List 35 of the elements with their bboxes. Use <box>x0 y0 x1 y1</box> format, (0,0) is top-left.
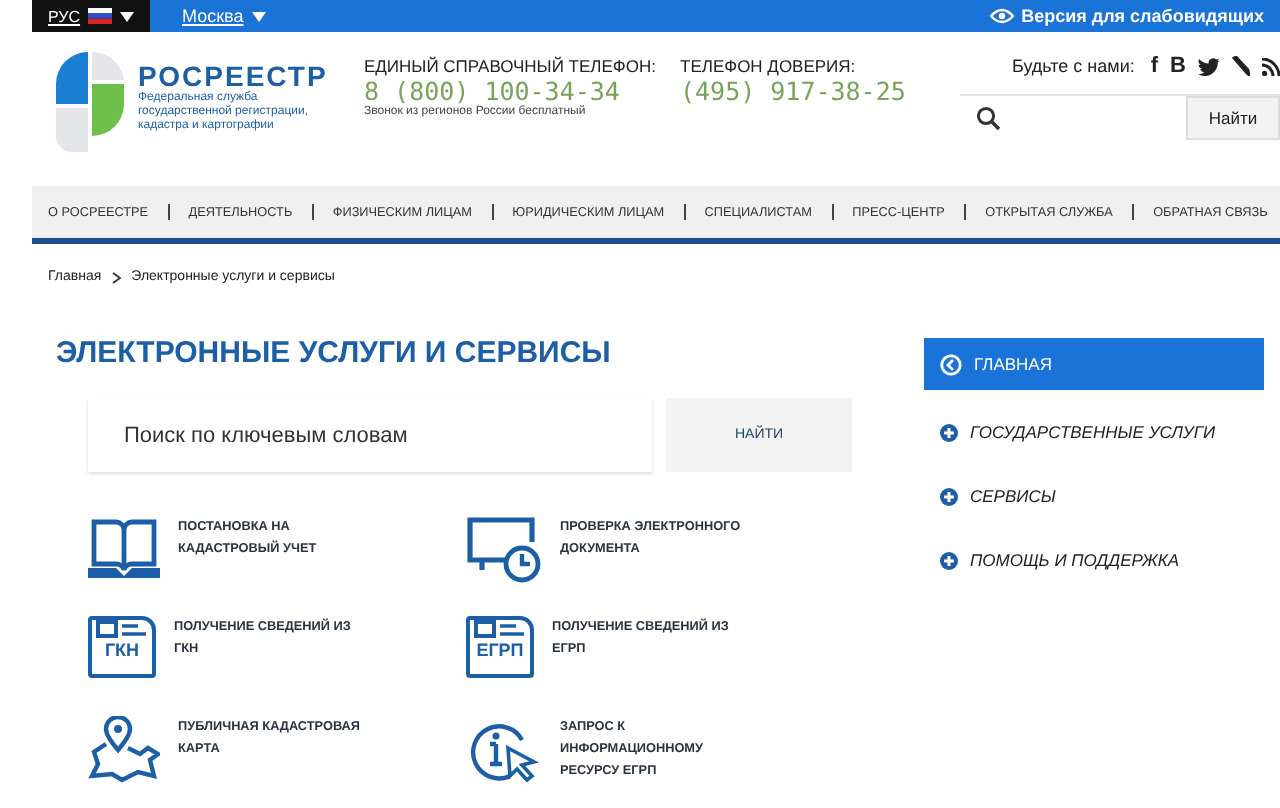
plus-icon <box>940 487 958 505</box>
plus-icon <box>940 423 958 441</box>
bird-icon[interactable] <box>1198 57 1220 75</box>
plus-icon <box>940 551 958 569</box>
language-link[interactable]: РУС <box>48 7 81 25</box>
caret-icon[interactable] <box>120 11 135 21</box>
map-pin-icon[interactable] <box>88 716 160 784</box>
search-field[interactable]: Поиск по ключевым словам <box>88 398 652 472</box>
phone-label: ТЕЛЕФОН ДОВЕРИЯ: <box>680 56 858 76</box>
book-icon[interactable] <box>88 516 160 580</box>
back-icon <box>940 353 962 375</box>
logo-title: РОСРЕЕСТР <box>138 60 330 92</box>
search-button[interactable]: Найти <box>1186 96 1280 140</box>
chevron-icon <box>111 271 122 283</box>
eye-icon <box>989 8 1014 24</box>
social-label: Будьте с нами: <box>1012 56 1135 76</box>
search-icon <box>976 106 1000 130</box>
region-link[interactable]: Москва <box>182 6 244 26</box>
sidebar-item[interactable]: СЕРВИСЫ <box>924 474 1264 518</box>
sidebar-item[interactable]: ПОМОЩЬ И ПОДДЕРЖКА <box>924 538 1264 582</box>
sidebar-item[interactable]: ГОСУДАРСТВЕННЫЕ УСЛУГИ <box>924 410 1264 454</box>
sidebar-item[interactable]: ГЛАВНАЯ <box>924 338 1264 390</box>
phone-number: (495) 917-38-25 <box>680 76 908 106</box>
phone-label: ЕДИНЫЙ СПРАВОЧНЫЙ ТЕЛЕФОН: <box>364 56 658 76</box>
pen-icon[interactable] <box>1232 56 1250 76</box>
flag-icon <box>88 8 113 24</box>
document-icon[interactable]: ГКН <box>88 616 156 678</box>
accessibility-link[interactable]: Версия для слабовидящих <box>1021 6 1264 26</box>
page-title: ЭЛЕКТРОННЫЕ УСЛУГИ И СЕРВИСЫ <box>56 334 613 374</box>
social-link[interactable]: B <box>1170 54 1186 78</box>
phone-number: 8 (800) 100-34-34 <box>364 76 622 106</box>
social-link[interactable]: f <box>1150 54 1159 78</box>
document-icon[interactable]: ЕГРП <box>466 616 534 678</box>
monitor-clock-icon[interactable] <box>466 516 542 584</box>
rss-icon[interactable] <box>1262 57 1280 75</box>
